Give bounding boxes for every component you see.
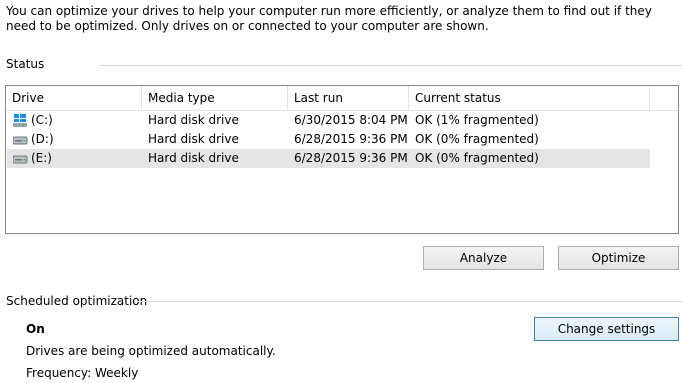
status-divider (100, 65, 682, 66)
column-header-last-run[interactable]: Last run (288, 86, 409, 110)
drive-name: (E:) (31, 151, 52, 165)
intro-text: You can optimize your drives to help you… (6, 4, 652, 33)
column-header-drive[interactable]: Drive (6, 86, 142, 110)
media-type: Hard disk drive (148, 113, 239, 127)
current-status: OK (0% fragmented) (415, 132, 539, 146)
schedule-state: On (26, 322, 45, 336)
scheduled-section-label: Scheduled optimization (6, 294, 148, 308)
hard-drive-icon (12, 133, 28, 146)
status-section-label: Status (6, 57, 45, 71)
schedule-description: Drives are being optimized automatically… (26, 344, 276, 358)
current-status: OK (1% fragmented) (415, 113, 539, 127)
drive-row-c[interactable]: (C:) Hard disk drive 6/30/2015 8:04 PM O… (7, 111, 650, 130)
scheduled-divider (138, 301, 682, 302)
media-type: Hard disk drive (148, 151, 239, 165)
last-run: 6/30/2015 8:04 PM (294, 113, 408, 127)
drive-name: (C:) (31, 113, 53, 127)
windows-system-drive-icon (13, 114, 28, 127)
drive-row-e[interactable]: (E:) Hard disk drive 6/28/2015 9:36 PM O… (7, 149, 650, 168)
optimize-drives-window: You can optimize your drives to help you… (0, 0, 682, 383)
optimize-button[interactable]: Optimize (558, 246, 679, 270)
drive-row-d[interactable]: (D:) Hard disk drive 6/28/2015 9:36 PM O… (7, 130, 650, 149)
drive-name: (D:) (31, 132, 54, 146)
hard-drive-icon (12, 152, 28, 165)
column-header-current-status[interactable]: Current status (409, 86, 650, 110)
last-run: 6/28/2015 9:36 PM (294, 151, 408, 165)
drive-list-header: Drive Media type Last run Current status (6, 86, 678, 111)
last-run: 6/28/2015 9:36 PM (294, 132, 408, 146)
drive-list[interactable]: Drive Media type Last run Current status… (5, 85, 679, 234)
analyze-button[interactable]: Analyze (423, 246, 544, 270)
media-type: Hard disk drive (148, 132, 239, 146)
current-status: OK (0% fragmented) (415, 151, 539, 165)
column-header-media-type[interactable]: Media type (142, 86, 288, 110)
schedule-frequency: Frequency: Weekly (26, 366, 139, 380)
change-settings-button[interactable]: Change settings (534, 317, 679, 341)
